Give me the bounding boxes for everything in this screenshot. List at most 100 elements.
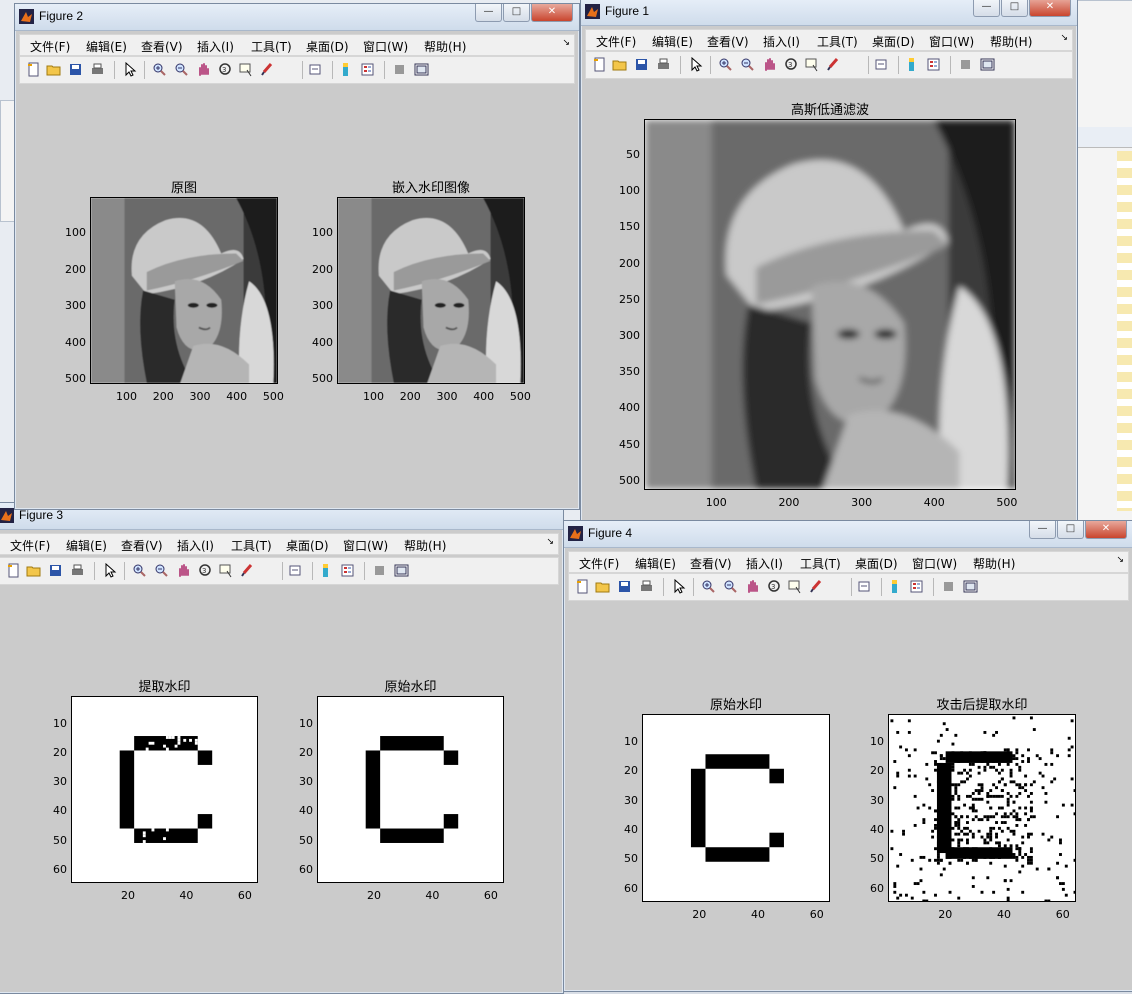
- close-button[interactable]: ✕: [1029, 0, 1071, 17]
- maximize-button[interactable]: □: [503, 4, 530, 22]
- hide-plot-tools-icon[interactable]: [392, 62, 407, 77]
- menu-item-0[interactable]: 文件(F): [579, 555, 619, 572]
- menu-item-2[interactable]: 查看(V): [707, 33, 749, 50]
- print-icon[interactable]: [639, 579, 654, 594]
- link-icon[interactable]: [288, 563, 303, 578]
- menu-item-1[interactable]: 编辑(E): [652, 33, 693, 50]
- menu-item-4[interactable]: 工具(T): [231, 537, 272, 554]
- menu-item-5[interactable]: 桌面(D): [872, 33, 915, 50]
- close-button[interactable]: ✕: [531, 4, 573, 22]
- menu-item-7[interactable]: 帮助(H): [990, 33, 1032, 50]
- hide-plot-tools-icon[interactable]: [941, 579, 956, 594]
- open-folder-icon[interactable]: [46, 62, 61, 77]
- save-icon[interactable]: [68, 62, 83, 77]
- legend-icon[interactable]: [909, 579, 924, 594]
- menu-item-6[interactable]: 窗口(W): [912, 555, 957, 572]
- menu-item-6[interactable]: 窗口(W): [343, 537, 388, 554]
- print-icon[interactable]: [90, 62, 105, 77]
- hide-plot-tools-icon[interactable]: [372, 563, 387, 578]
- data-cursor-icon[interactable]: [218, 563, 233, 578]
- rotate-3d-icon[interactable]: 3: [198, 563, 213, 578]
- minimize-button[interactable]: —: [973, 0, 1000, 17]
- menu-item-0[interactable]: 文件(F): [596, 33, 636, 50]
- menu-item-5[interactable]: 桌面(D): [306, 38, 349, 55]
- new-file-icon[interactable]: [6, 563, 21, 578]
- menu-overflow-icon[interactable]: ↘: [1116, 555, 1124, 565]
- menu-overflow-icon[interactable]: ↘: [1060, 33, 1068, 43]
- zoom-in-icon[interactable]: [152, 62, 167, 77]
- legend-icon[interactable]: [926, 57, 941, 72]
- print-icon[interactable]: [70, 563, 85, 578]
- menu-item-2[interactable]: 查看(V): [690, 555, 732, 572]
- brush-icon[interactable]: [809, 579, 824, 594]
- legend-icon[interactable]: [360, 62, 375, 77]
- pan-icon[interactable]: [196, 62, 211, 77]
- pointer-icon[interactable]: [122, 62, 137, 77]
- menu-item-4[interactable]: 工具(T): [817, 33, 858, 50]
- menu-item-3[interactable]: 插入(I): [177, 537, 214, 554]
- menu-item-6[interactable]: 窗口(W): [929, 33, 974, 50]
- pointer-icon[interactable]: [671, 579, 686, 594]
- menu-item-6[interactable]: 窗口(W): [363, 38, 408, 55]
- menu-item-4[interactable]: 工具(T): [800, 555, 841, 572]
- pan-icon[interactable]: [762, 57, 777, 72]
- data-cursor-icon[interactable]: [787, 579, 802, 594]
- rotate-3d-icon[interactable]: 3: [767, 579, 782, 594]
- maximize-button[interactable]: □: [1001, 0, 1028, 17]
- title-bar[interactable]: Figure 4 — □ ✕: [564, 521, 1132, 548]
- show-plot-tools-icon[interactable]: [394, 563, 409, 578]
- hide-plot-tools-icon[interactable]: [958, 57, 973, 72]
- menu-item-0[interactable]: 文件(F): [30, 38, 70, 55]
- menu-item-7[interactable]: 帮助(H): [424, 38, 466, 55]
- minimize-button[interactable]: —: [1029, 521, 1056, 539]
- zoom-out-icon[interactable]: [723, 579, 738, 594]
- menu-item-5[interactable]: 桌面(D): [286, 537, 329, 554]
- menu-item-3[interactable]: 插入(I): [197, 38, 234, 55]
- menu-item-3[interactable]: 插入(I): [763, 33, 800, 50]
- colorbar-icon[interactable]: [887, 579, 902, 594]
- save-icon[interactable]: [617, 579, 632, 594]
- title-bar[interactable]: Figure 2 — □ ✕: [15, 4, 579, 31]
- menu-item-4[interactable]: 工具(T): [251, 38, 292, 55]
- show-plot-tools-icon[interactable]: [980, 57, 995, 72]
- pan-icon[interactable]: [745, 579, 760, 594]
- menu-item-3[interactable]: 插入(I): [746, 555, 783, 572]
- print-icon[interactable]: [656, 57, 671, 72]
- legend-icon[interactable]: [340, 563, 355, 578]
- colorbar-icon[interactable]: [338, 62, 353, 77]
- menu-item-5[interactable]: 桌面(D): [855, 555, 898, 572]
- data-cursor-icon[interactable]: [804, 57, 819, 72]
- figure-1-window[interactable]: Figure 1 — □ ✕ 文件(F) 编辑(E) 查看(V) 插入(I) 工具(T) 桌面…: [580, 0, 1078, 525]
- menu-overflow-icon[interactable]: ↘: [562, 38, 570, 48]
- figure-2-window[interactable]: Figure 2 — □ ✕ 文件(F) 编辑(E) 查看(V) 插入(I) 工具(T) 桌面…: [14, 3, 580, 510]
- menu-item-0[interactable]: 文件(F): [10, 537, 50, 554]
- zoom-in-icon[interactable]: [718, 57, 733, 72]
- pointer-icon[interactable]: [102, 563, 117, 578]
- colorbar-icon[interactable]: [904, 57, 919, 72]
- minimize-button[interactable]: —: [475, 4, 502, 22]
- menu-item-2[interactable]: 查看(V): [141, 38, 183, 55]
- zoom-out-icon[interactable]: [174, 62, 189, 77]
- colorbar-icon[interactable]: [318, 563, 333, 578]
- zoom-in-icon[interactable]: [132, 563, 147, 578]
- pan-icon[interactable]: [176, 563, 191, 578]
- menu-item-2[interactable]: 查看(V): [121, 537, 163, 554]
- brush-icon[interactable]: [260, 62, 275, 77]
- save-icon[interactable]: [48, 563, 63, 578]
- open-folder-icon[interactable]: [595, 579, 610, 594]
- rotate-3d-icon[interactable]: 3: [784, 57, 799, 72]
- menu-item-1[interactable]: 编辑(E): [66, 537, 107, 554]
- rotate-3d-icon[interactable]: 3: [218, 62, 233, 77]
- zoom-in-icon[interactable]: [701, 579, 716, 594]
- menu-item-1[interactable]: 编辑(E): [635, 555, 676, 572]
- show-plot-tools-icon[interactable]: [963, 579, 978, 594]
- close-button[interactable]: ✕: [1085, 521, 1127, 539]
- new-file-icon[interactable]: [26, 62, 41, 77]
- link-icon[interactable]: [308, 62, 323, 77]
- title-bar[interactable]: Figure 1 — □ ✕: [581, 0, 1077, 26]
- pointer-icon[interactable]: [688, 57, 703, 72]
- data-cursor-icon[interactable]: [238, 62, 253, 77]
- menu-item-7[interactable]: 帮助(H): [404, 537, 446, 554]
- zoom-out-icon[interactable]: [154, 563, 169, 578]
- show-plot-tools-icon[interactable]: [414, 62, 429, 77]
